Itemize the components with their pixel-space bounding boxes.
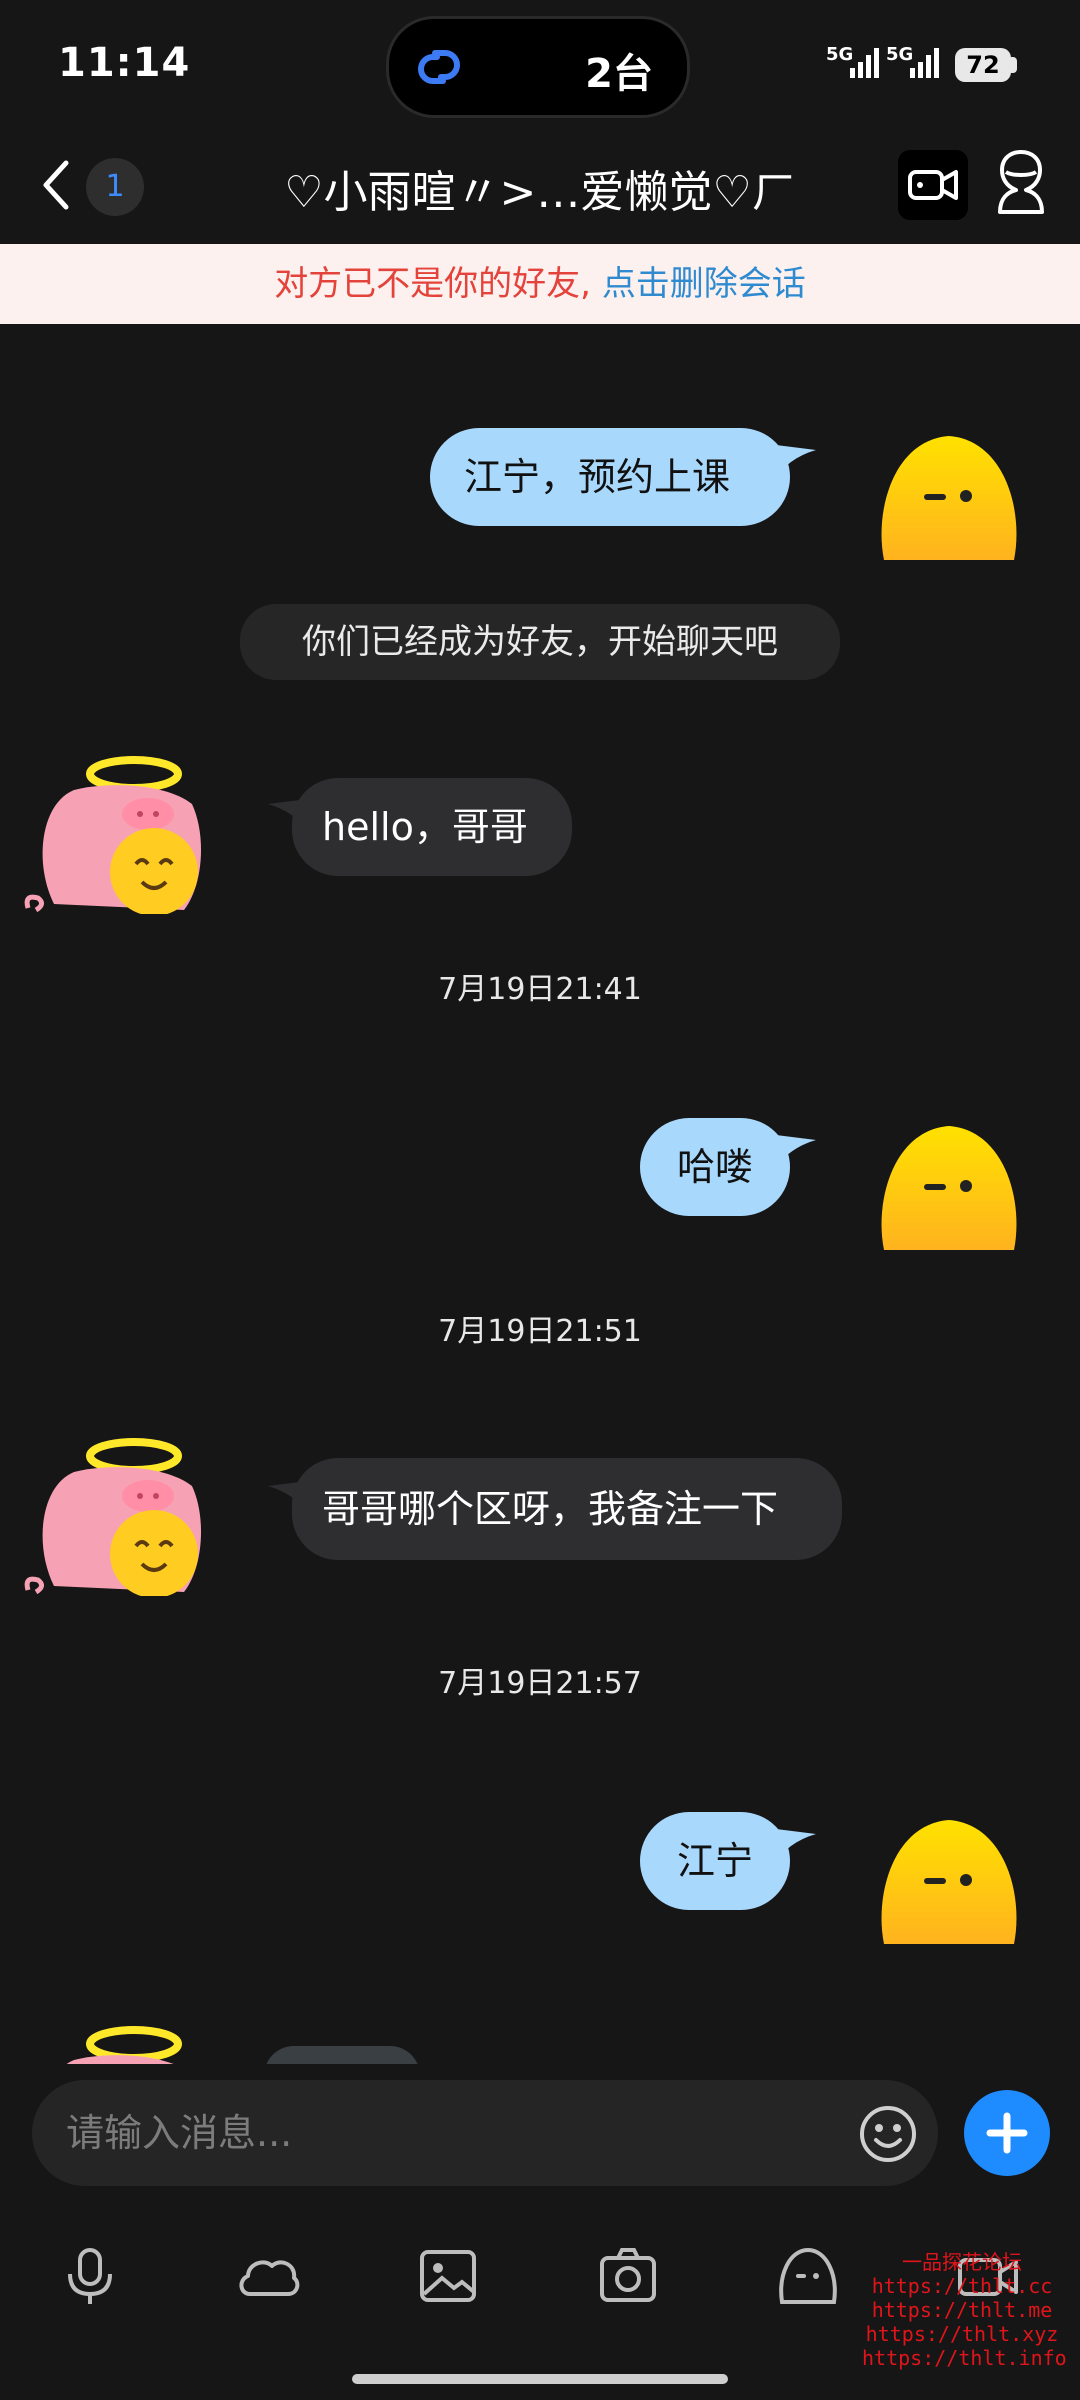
notice-text: 对方已不是你的好友,: [274, 264, 591, 304]
bubble-tail: [768, 1134, 816, 1172]
video-camera-icon: [908, 170, 958, 200]
plus-icon: [986, 2112, 1028, 2154]
dynamic-island[interactable]: 2台: [386, 16, 690, 118]
message-list[interactable]: 江宁，预约上课 你们已经成为好友，开始聊天吧 hello，哥哥 7月19日21:…: [0, 324, 1080, 2064]
friend-removed-notice: 对方已不是你的好友, 点击删除会话: [0, 244, 1080, 324]
cloud-icon[interactable]: [236, 2244, 300, 2308]
chat-title[interactable]: ♡小雨暄〃>…爱懒觉♡ㄏ: [240, 156, 840, 220]
self-avatar[interactable]: [874, 430, 1024, 570]
self-avatar[interactable]: [874, 1814, 1024, 1954]
timestamp: 7月19日21:51: [438, 1314, 642, 1349]
timestamp: 7月19日21:41: [438, 972, 642, 1007]
battery-tip: [1011, 57, 1017, 73]
add-button[interactable]: [964, 2090, 1050, 2176]
battery-indicator: 72: [955, 48, 1011, 82]
incoming-message[interactable]: 哥哥哪个区呀，我备注一下: [292, 1458, 842, 1560]
camera-icon[interactable]: [596, 2244, 660, 2308]
unread-badge[interactable]: 1: [86, 158, 144, 216]
message-input[interactable]: [32, 2080, 938, 2186]
status-bar: 11:14 2台 5G 5G 72: [0, 0, 1080, 130]
watermark-line: https://thlt.me: [871, 2298, 1053, 2322]
watermark-line: https://thlt.cc: [871, 2274, 1053, 2298]
home-indicator[interactable]: [352, 2374, 728, 2384]
sticker-icon[interactable]: [776, 2244, 840, 2308]
watermark-line: https://thlt.info: [862, 2346, 1067, 2370]
outgoing-message[interactable]: 江宁，预约上课: [430, 428, 790, 526]
emoji-icon[interactable]: [858, 2104, 918, 2164]
system-message: 你们已经成为好友，开始聊天吧: [240, 604, 840, 680]
link-icon: [418, 50, 460, 84]
profile-icon[interactable]: [986, 148, 1056, 220]
island-label: 2台: [585, 51, 653, 97]
contact-avatar[interactable]: [24, 744, 210, 914]
delete-conversation-link[interactable]: 点击删除会话: [602, 264, 806, 304]
watermark: 一品探花论坛 https://thlt.cc https://thlt.me h…: [862, 2250, 1067, 2370]
watermark-line: https://thlt.xyz: [865, 2322, 1059, 2346]
microphone-icon[interactable]: [58, 2244, 122, 2308]
signal-icon: [850, 48, 879, 78]
clock: 11:14: [58, 40, 191, 86]
self-avatar[interactable]: [874, 1120, 1024, 1260]
contact-avatar[interactable]: [24, 2014, 210, 2064]
image-message-preview[interactable]: [264, 2046, 420, 2064]
watermark-line: 一品探花论坛: [902, 2250, 1022, 2274]
timestamp: 7月19日21:57: [438, 1666, 642, 1701]
bubble-tail: [768, 1828, 816, 1866]
signal-icon-2: [910, 48, 939, 78]
incoming-message[interactable]: hello，哥哥: [292, 778, 572, 876]
chat-header: 1 ♡小雨暄〃>…爱懒觉♡ㄏ: [0, 130, 1080, 244]
contact-avatar[interactable]: [24, 1426, 210, 1596]
video-call-button[interactable]: [898, 150, 968, 220]
back-arrow-icon[interactable]: [36, 155, 76, 215]
image-icon[interactable]: [416, 2244, 480, 2308]
bubble-tail: [768, 444, 816, 482]
